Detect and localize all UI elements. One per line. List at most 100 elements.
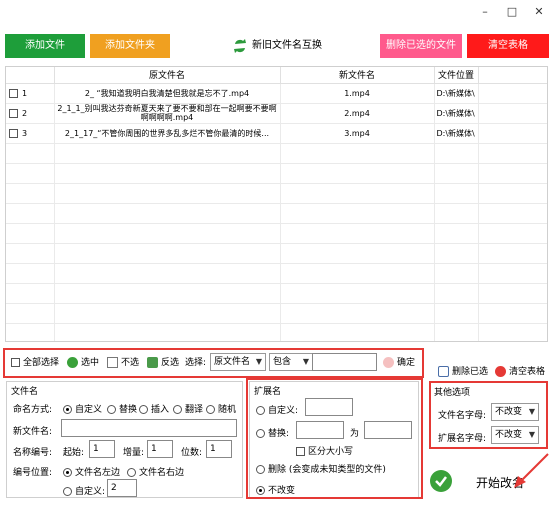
table-row[interactable]: 1 2_ “我知道我明白我清楚但我就是忘不了.mp4 1.mp4 D:\新媒体\: [6, 83, 547, 104]
mode-label: 插入: [151, 405, 170, 415]
digits-input[interactable]: 1: [206, 440, 232, 458]
empty-row: [6, 283, 547, 304]
location-cell: D:\新媒体\: [434, 103, 479, 124]
pos-right-radio[interactable]: 文件名右边: [127, 465, 184, 478]
digits-label: 位数:: [181, 448, 203, 458]
empty-cell: [478, 103, 547, 124]
mode-label: 随机: [218, 405, 237, 415]
radio-dot: [63, 405, 72, 414]
confirm-button[interactable]: 确定: [383, 356, 415, 370]
empty-row: [6, 163, 547, 184]
swap-names-button[interactable]: 新旧文件名互换: [232, 36, 322, 56]
minimize-button[interactable]: –: [470, 2, 500, 22]
chevron-down-icon: ▼: [255, 357, 262, 366]
empty-cell: [478, 123, 547, 144]
select-button[interactable]: 选中: [67, 356, 99, 370]
clear-table-label: 清空表格: [509, 367, 546, 377]
maximize-button[interactable]: □: [497, 2, 527, 22]
radio-dot: [63, 468, 72, 477]
unselect-label: 不选: [121, 358, 140, 368]
field-select[interactable]: 原文件名 ▼: [210, 353, 266, 371]
chevron-down-icon: ▼: [528, 430, 535, 439]
empty-row: [6, 263, 547, 284]
mode-custom-radio[interactable]: 自定义: [63, 402, 102, 415]
header-index: [6, 67, 55, 84]
pos-custom-radio[interactable]: 自定义:: [63, 484, 105, 497]
new-name-input[interactable]: [61, 419, 237, 437]
new-name-label: 新文件名:: [13, 427, 53, 437]
invert-button[interactable]: 反选: [147, 356, 179, 370]
empty-row: [6, 243, 547, 264]
mode-label: 替换: [119, 405, 138, 415]
title-bar: – □ ✕: [0, 0, 554, 28]
table-row[interactable]: 3 2_1_17_“不管你周围的世界多乱多烂不管你最清的时候... 3.mp4 …: [6, 123, 547, 144]
match-select[interactable]: 包含 ▼: [269, 353, 313, 371]
empty-cell: [478, 83, 547, 104]
row-number: 2: [22, 108, 28, 118]
header-orig-name[interactable]: 原文件名: [54, 67, 281, 84]
radio-dot: [107, 405, 116, 414]
anchor-icon: [107, 357, 118, 368]
row-checkbox[interactable]: [9, 88, 18, 98]
other-options-title: 其他选项: [434, 388, 471, 398]
ext-case-value: 不改变: [495, 430, 523, 440]
row-number: 1: [22, 88, 28, 98]
close-button[interactable]: ✕: [524, 2, 554, 22]
table-row[interactable]: 2 2_1_1_别叫我达芬奇新夏天来了要不要和部在一起啊要不要啊啊啊啊啊.mp4…: [6, 103, 547, 124]
clear-table-small-button[interactable]: 清空表格: [495, 364, 545, 377]
mode-replace-radio[interactable]: 替换: [107, 402, 137, 415]
step-input[interactable]: 1: [147, 440, 173, 458]
pos-custom-input[interactable]: 2: [107, 479, 137, 497]
row-number: 3: [22, 128, 28, 138]
add-file-button[interactable]: 添加文件: [5, 34, 85, 58]
empty-row: [6, 183, 547, 204]
new-name-cell: 2.mp4: [280, 103, 435, 124]
add-folder-button[interactable]: 添加文件夹: [90, 34, 170, 58]
mode-insert-radio[interactable]: 插入: [139, 402, 169, 415]
match-select-value: 包含: [273, 357, 292, 367]
confirm-label: 确定: [397, 358, 416, 368]
filter-input[interactable]: [312, 353, 377, 371]
checkmark-icon: [430, 470, 452, 492]
empty-row: [6, 223, 547, 244]
name-case-label: 文件名字母:: [438, 411, 487, 421]
empty-row: [6, 323, 547, 341]
location-cell: D:\新媒体\: [434, 123, 479, 144]
invert-icon: [147, 357, 158, 368]
table-header: 原文件名 新文件名 文件位置: [6, 67, 547, 84]
empty-row: [6, 143, 547, 164]
row-index-cell: 1: [6, 83, 55, 104]
file-table: 原文件名 新文件名 文件位置 1 2_ “我知道我明白我清楚但我就是忘不了.mp…: [5, 66, 548, 342]
numbering-label: 名称编号:: [13, 448, 53, 458]
delete-selected-files-button[interactable]: 删除已选的文件: [380, 34, 462, 58]
number-position-label: 编号位置:: [13, 468, 53, 478]
confirm-icon: [383, 357, 394, 368]
header-new-name[interactable]: 新文件名: [280, 67, 435, 84]
invert-label: 反选: [161, 358, 180, 368]
selection-bar: 全部选择 选中 不选 反选 选择: 原文件名 ▼ 包含 ▼ 确定: [5, 350, 423, 376]
orig-name-cell: 2_1_17_“不管你周围的世界多乱多烂不管你最清的时候...: [54, 123, 281, 144]
header-file-location[interactable]: 文件位置: [434, 67, 479, 84]
name-case-select[interactable]: 不改变 ▼: [491, 403, 539, 421]
filename-title: 文件名: [11, 387, 39, 397]
check-icon: [67, 357, 78, 368]
delete-selected-button[interactable]: 删除已选: [438, 364, 488, 377]
mode-translate-radio[interactable]: 翻译: [173, 402, 203, 415]
radio-dot: [173, 405, 182, 414]
clear-table-button[interactable]: 清空表格: [467, 34, 549, 58]
unselect-button[interactable]: 不选: [107, 356, 139, 370]
ext-case-select[interactable]: 不改变 ▼: [491, 426, 539, 444]
pos-left-radio[interactable]: 文件名左边: [63, 465, 120, 478]
pos-right-label: 文件名右边: [139, 468, 185, 478]
select-all-checkbox[interactable]: 全部选择: [11, 356, 59, 370]
mode-random-radio[interactable]: 随机: [206, 402, 236, 415]
radio-dot: [139, 405, 148, 414]
radio-dot: [127, 468, 136, 477]
start-input[interactable]: 1: [89, 440, 115, 458]
ext-case-label: 扩展名字母:: [438, 434, 487, 444]
row-checkbox[interactable]: [9, 128, 18, 138]
arrow-icon: [514, 453, 549, 488]
row-checkbox[interactable]: [9, 108, 18, 118]
radio-dot: [63, 487, 72, 496]
pos-left-label: 文件名左边: [75, 468, 121, 478]
